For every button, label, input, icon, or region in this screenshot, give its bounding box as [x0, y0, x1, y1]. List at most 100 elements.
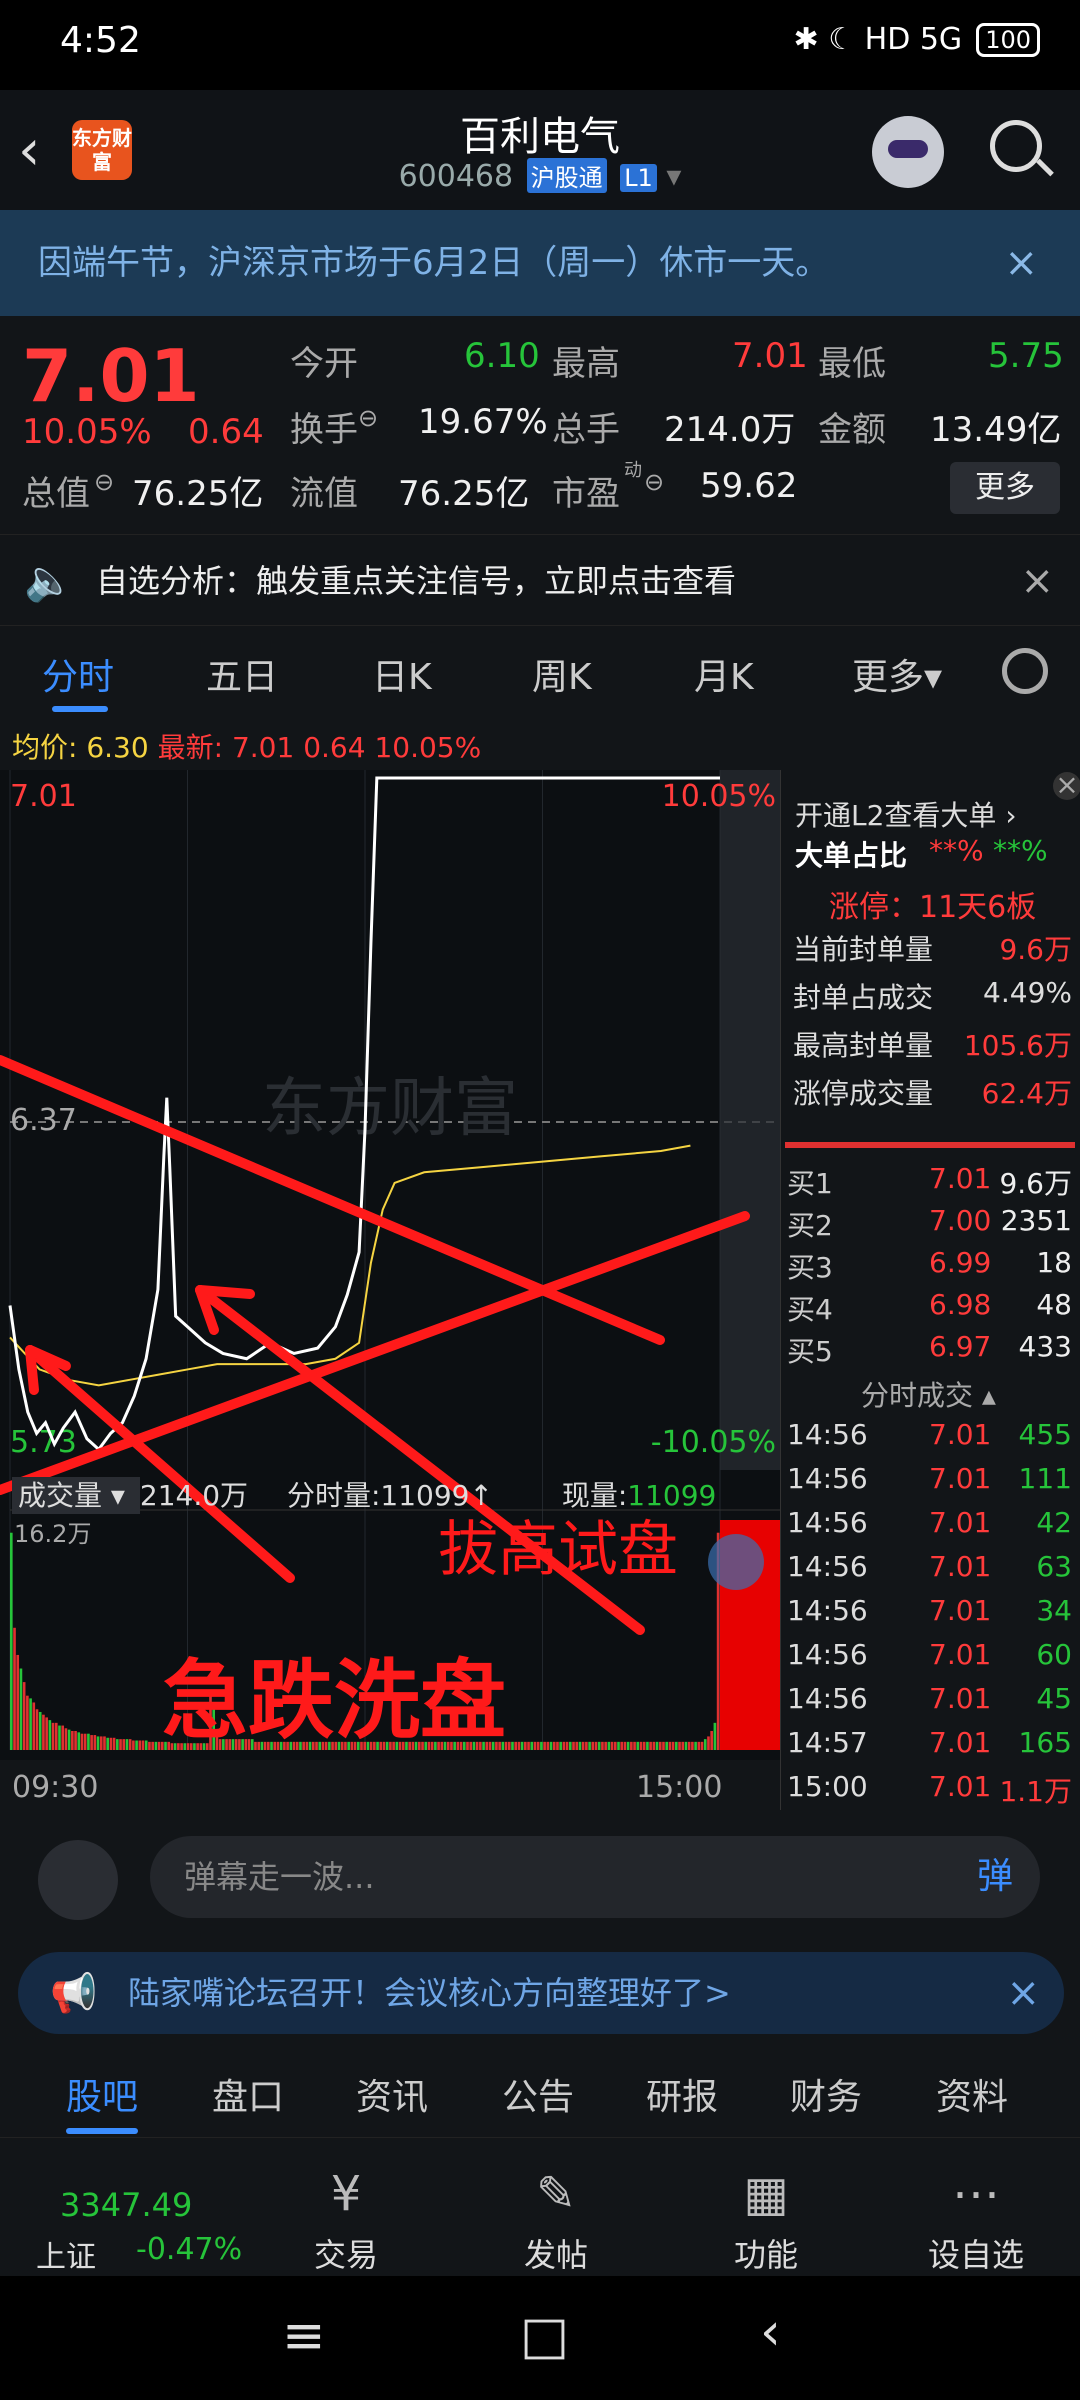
- float-label: 流值: [290, 474, 358, 514]
- menu-icon[interactable]: ≡: [282, 2306, 326, 2366]
- bid-price: 6.97: [929, 1330, 992, 1363]
- bid-price: 7.01: [929, 1162, 992, 1195]
- tab-weekly-k[interactable]: 周K: [532, 648, 592, 700]
- volume-bar: [678, 1741, 681, 1750]
- index-name: 上证: [36, 2240, 96, 2275]
- volume-bar: [668, 1741, 672, 1750]
- volume-bar: [675, 1741, 678, 1750]
- megaphone-icon: 📢: [50, 1971, 98, 2015]
- grid-icon: ▦: [743, 2166, 789, 2222]
- volume-bar: [694, 1741, 697, 1750]
- big-order-b: **%: [993, 834, 1048, 867]
- volume-bar: [687, 1741, 691, 1750]
- volume-bar: [633, 1741, 636, 1750]
- nav-functions[interactable]: 功能: [696, 2230, 836, 2276]
- bottom-nav: 3347.49 上证 -0.47% ¥ 交易 ✎ 发帖 ▦ 功能 ⋯ 设自选: [0, 2150, 1080, 2276]
- robot-assistant-icon[interactable]: [872, 116, 944, 188]
- app-root: 4:52 ✱ ☾ HD 5G 100 ‹ 东方财富 百利电气 600468 沪股…: [0, 0, 1080, 2400]
- tab-daily-k[interactable]: 日K: [372, 648, 432, 700]
- tab-announcements[interactable]: 公告: [502, 2068, 574, 2120]
- tab-monthly-k[interactable]: 月K: [694, 648, 754, 700]
- intraday-chart[interactable]: 东方财富 7.01 10.05% 6.37 5.73 -10.05% 16.2万…: [0, 770, 780, 1760]
- close-icon[interactable]: ×: [1020, 535, 1054, 627]
- mktcap-value: 76.25亿: [132, 474, 264, 514]
- info-icon[interactable]: ⊖: [358, 404, 378, 432]
- volume-bar: [103, 1736, 106, 1750]
- trade-volume: 60: [1036, 1638, 1072, 1671]
- volume-bar: [556, 1741, 559, 1750]
- amount-label: 金额: [818, 410, 886, 450]
- seal-stat-label: 当前封单量: [793, 933, 934, 966]
- volume-bar: [10, 1532, 13, 1750]
- volume-bar: [74, 1730, 77, 1750]
- close-icon[interactable]: ×: [1006, 1952, 1040, 2034]
- float-value: 76.25亿: [398, 474, 530, 514]
- danmu-settings-icon[interactable]: [38, 1840, 118, 1920]
- back-nav-icon[interactable]: ‹: [760, 2302, 781, 2362]
- status-bar: 4:52 ✱ ☾ HD 5G 100: [0, 0, 1080, 90]
- danmu-send-button[interactable]: 弹: [950, 1836, 1040, 1918]
- danmu-input[interactable]: 弹幕走一波... 弹: [150, 1836, 1040, 1918]
- volume-bar: [604, 1741, 607, 1750]
- volume-bar: [48, 1720, 52, 1750]
- edit-icon: ✎: [535, 2166, 577, 2222]
- home-icon[interactable]: □: [520, 2306, 569, 2366]
- trade-price: 7.01: [929, 1726, 992, 1759]
- caret-down-icon: ▾: [666, 159, 682, 194]
- volume-bar: [29, 1698, 32, 1750]
- trade-volume: 1.1万: [999, 1775, 1072, 1808]
- info-icon[interactable]: ⊖: [644, 468, 664, 496]
- nav-post[interactable]: 发帖: [486, 2230, 626, 2276]
- volume-bar: [655, 1741, 659, 1750]
- nav-trade[interactable]: 交易: [276, 2230, 416, 2276]
- ad-banner[interactable]: 📢 陆家嘴论坛召开！会议核心方向整理好了> ×: [18, 1952, 1064, 2034]
- close-icon[interactable]: ×: [1053, 771, 1080, 800]
- volume-bar: [642, 1741, 646, 1750]
- info-icon[interactable]: ⊖: [94, 468, 114, 496]
- l2-upgrade-link[interactable]: 开通L2查看大单 ›: [795, 794, 1017, 834]
- volume-label: 成交量: [18, 1479, 103, 1512]
- speaker-icon: 🔈: [24, 558, 74, 604]
- bid-volume: 18: [1036, 1246, 1072, 1279]
- trades-title[interactable]: 分时成交 ▴: [861, 1374, 996, 1414]
- latest-change: 0.64: [303, 731, 366, 764]
- more-button[interactable]: 更多: [950, 462, 1060, 514]
- holiday-notice: 因端午节，沪深京市场于6月2日（周一）休市一天。 ×: [0, 210, 1080, 316]
- search-icon[interactable]: [990, 120, 1042, 172]
- nav-add-watchlist[interactable]: 设自选: [906, 2230, 1046, 2276]
- tab-intraday[interactable]: 分时: [42, 648, 114, 700]
- watchlist-analysis-banner[interactable]: 🔈 自选分析：触发重点关注信号，立即点击查看 ×: [0, 534, 1080, 626]
- tab-profile[interactable]: 资料: [936, 2068, 1008, 2120]
- seal-stat-label: 封单占成交: [793, 981, 934, 1014]
- tab-financials[interactable]: 财务: [790, 2068, 862, 2120]
- low-label: 最低: [818, 344, 886, 384]
- tab-more[interactable]: 更多▾: [852, 648, 942, 700]
- volume-bar: [22, 1682, 26, 1750]
- volume-bar: [128, 1739, 132, 1750]
- volume-bar: [38, 1711, 42, 1750]
- volume-label: 总手: [552, 410, 620, 450]
- volume-bar: [601, 1741, 604, 1750]
- volume-bar: [64, 1728, 68, 1750]
- gear-icon[interactable]: [1002, 648, 1048, 694]
- tab-forum[interactable]: 股吧: [66, 2068, 138, 2120]
- volume-bar: [559, 1741, 562, 1750]
- volume-bar: [112, 1737, 116, 1750]
- close-icon[interactable]: ×: [1004, 210, 1038, 316]
- tab-five-day[interactable]: 五日: [206, 648, 278, 700]
- trade-volume: 42: [1036, 1506, 1072, 1539]
- annotation-left: 急跌洗盘: [162, 1651, 506, 1751]
- volume-bar: [83, 1733, 87, 1750]
- time-start: 09:30: [12, 1770, 99, 1805]
- tab-order-book[interactable]: 盘口: [212, 2068, 284, 2120]
- volume-bar: [540, 1741, 543, 1750]
- volume-selector[interactable]: 成交量 ▾: [12, 1477, 140, 1514]
- last-price: 7.01: [22, 334, 200, 418]
- tab-news[interactable]: 资讯: [356, 2068, 428, 2120]
- volume-bar: [610, 1741, 614, 1750]
- trade-volume: 45: [1036, 1682, 1072, 1715]
- volume-bar: [93, 1735, 97, 1750]
- index-value[interactable]: 3347.49: [60, 2186, 192, 2224]
- volume-bar: [691, 1741, 694, 1750]
- tab-research[interactable]: 研报: [646, 2068, 718, 2120]
